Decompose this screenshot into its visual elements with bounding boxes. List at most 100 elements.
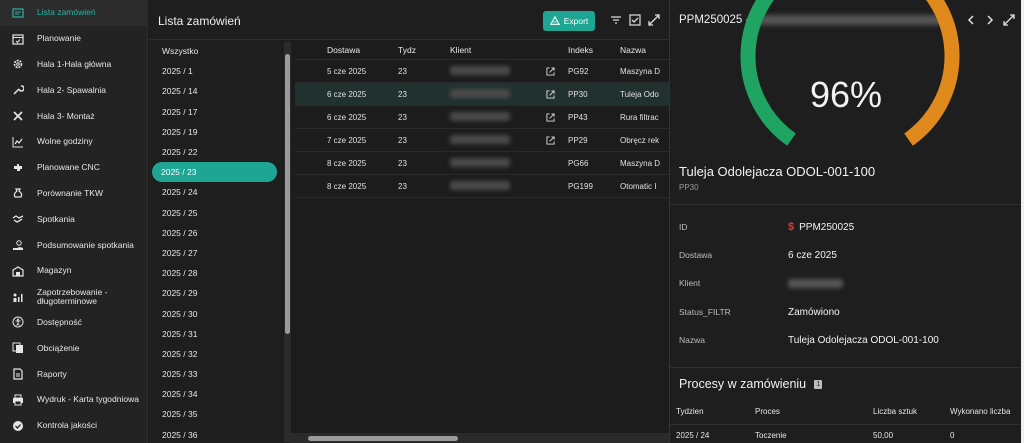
field-value: 6 cze 2025	[788, 249, 837, 261]
expand-icon[interactable]	[1003, 14, 1015, 26]
column-header-wykonano[interactable]: Wykonano liczba	[950, 407, 1021, 416]
cell-indeks: PG92	[568, 66, 589, 76]
cell-klient-redacted	[418, 180, 536, 192]
sidebar-item-planowanie[interactable]: Planowanie	[0, 26, 147, 52]
sidebar-item-porownanie-tkw[interactable]: Porównanie TKW	[0, 181, 147, 207]
table-row[interactable]: 5 cze 2025 23 PG92 Maszyna D	[295, 60, 669, 83]
week-item[interactable]: 2025 / 24	[149, 182, 281, 202]
table-row[interactable]: 8 cze 2025 23 PG199 Otomatic I	[295, 175, 669, 198]
week-item[interactable]: 2025 / 14	[149, 81, 281, 101]
sidebar-item-label: Dostępność	[37, 316, 82, 327]
sidebar-item-kontrola-jakosci[interactable]: Kontrola jakości	[0, 413, 147, 439]
week-item[interactable]: 2025 / 26	[149, 223, 281, 243]
week-item[interactable]: 2025 / 1	[149, 61, 281, 81]
week-item[interactable]: 2025 / 31	[149, 324, 281, 344]
column-header-liczba-sztuk[interactable]: Liczba sztuk	[873, 407, 950, 416]
sidebar-item-label: Podsumowanie spotkania	[37, 239, 134, 250]
handshake-icon	[11, 212, 25, 226]
sidebar-item-zapotrzebowanie[interactable]: Zapotrzebowanie - długoterminowe	[0, 284, 147, 310]
sidebar-item-planowane-cnc[interactable]: Planowane CNC	[0, 155, 147, 181]
table-row[interactable]: 7 cze 2025 23 PP29 Obręcz rek	[295, 129, 669, 152]
table-horizontal-scrollbar[interactable]	[290, 433, 669, 443]
week-item[interactable]: 2025 / 36	[149, 425, 281, 443]
sidebar-item-label: Hala 2- Spawalnia	[37, 84, 106, 95]
week-item[interactable]: 2025 / 17	[149, 102, 281, 122]
column-header-tydzien[interactable]: Tydzien	[670, 407, 755, 416]
column-header-nazwa[interactable]: Nazwa	[620, 45, 669, 55]
cell-indeks: PP30	[568, 89, 588, 99]
cell-klient-redacted	[418, 88, 536, 100]
sidebar: Lista zamówień Planowanie Hala 1-Hala gł…	[0, 0, 148, 443]
progress-percent: 96%	[809, 74, 883, 115]
table-row[interactable]: 6 cze 2025 23 PP43 Rura filtrac	[295, 106, 669, 129]
sidebar-item-wydruk[interactable]: Wydruk - Karta tygodniowa	[0, 387, 147, 413]
week-item[interactable]: 2025 / 33	[149, 364, 281, 384]
sidebar-item-raporty[interactable]: Raporty	[0, 361, 147, 387]
week-item[interactable]: 2025 / 28	[149, 263, 281, 283]
sidebar-item-label: Raporty	[37, 368, 67, 379]
sidebar-item-dostepnosc[interactable]: Dostępność	[0, 310, 147, 336]
scrollbar-thumb[interactable]	[285, 54, 290, 334]
sidebar-item-label: Planowanie	[37, 33, 81, 44]
field-value-text: PPM250025	[799, 221, 855, 233]
week-item[interactable]: 2025 / 25	[149, 203, 281, 223]
week-item[interactable]: 2025 / 27	[149, 243, 281, 263]
expand-icon[interactable]	[648, 14, 660, 26]
processes-table: Tydzien Proces Liczba sztuk Wykonano lic…	[670, 399, 1021, 443]
field-label: Status_FILTR	[679, 307, 731, 317]
week-list-scrollbar[interactable]	[284, 42, 291, 442]
sidebar-item-wolne-godziny[interactable]: Wolne godziny	[0, 129, 147, 155]
week-item-selected[interactable]: 2025 / 23	[152, 162, 277, 183]
check-circle-icon	[11, 419, 25, 433]
sidebar-item-label: Spotkania	[37, 213, 75, 224]
table-row[interactable]: 2025 / 24 Toczenie 50,00 0	[670, 425, 1021, 443]
open-link-icon[interactable]	[536, 89, 564, 99]
week-item[interactable]: 2025 / 32	[149, 344, 281, 364]
open-link-icon[interactable]	[536, 66, 564, 76]
table-row-selected[interactable]: 6 cze 2025 23 PP30 Tuleja Odo	[295, 83, 669, 106]
accessibility-icon	[11, 315, 25, 329]
week-item[interactable]: 2025 / 30	[149, 303, 281, 323]
week-list: Wszystko 2025 / 1 2025 / 14 2025 / 17 20…	[149, 40, 281, 443]
cell-wykonano: 0	[950, 430, 955, 440]
column-header-dostawa[interactable]: Dostawa	[295, 45, 370, 55]
column-header-proces[interactable]: Proces	[755, 407, 873, 416]
sidebar-item-magazyn[interactable]: Magazyn	[0, 258, 147, 284]
week-item[interactable]: 2025 / 34	[149, 384, 281, 404]
field-value: Tuleja Odolejacza ODOL-001-100	[788, 334, 939, 346]
sidebar-item-spotkania[interactable]: Spotkania	[0, 206, 147, 232]
sidebar-item-hala-3[interactable]: Hala 3- Montaż	[0, 103, 147, 129]
open-link-icon[interactable]	[536, 112, 564, 122]
sidebar-item-hala-2[interactable]: Hala 2- Spawalnia	[0, 77, 147, 103]
filter-icon[interactable]	[610, 14, 622, 26]
column-header-tydz[interactable]: Tydz	[370, 45, 418, 55]
export-button[interactable]: Export	[543, 11, 595, 31]
week-item[interactable]: 2025 / 29	[149, 283, 281, 303]
warehouse-icon	[11, 264, 25, 278]
week-item[interactable]: Wszystko	[149, 41, 281, 61]
open-link-icon[interactable]	[536, 135, 564, 145]
sidebar-item-hala-1[interactable]: Hala 1-Hala główna	[0, 52, 147, 78]
chevron-right-icon[interactable]	[984, 14, 996, 26]
cell-klient-redacted	[418, 111, 536, 123]
cell-nazwa: Maszyna D	[620, 66, 661, 76]
table-row[interactable]: 8 cze 2025 23 PG66 Maszyna D	[295, 152, 669, 175]
sidebar-item-label: Planowane CNC	[37, 162, 100, 173]
sidebar-item-podsumowanie[interactable]: Podsumowanie spotkania	[0, 232, 147, 258]
scrollbar-thumb[interactable]	[308, 436, 458, 441]
processes-table-header: Tydzien Proces Liczba sztuk Wykonano lic…	[670, 399, 1021, 425]
calendar-icon	[11, 32, 25, 46]
checkbox-icon[interactable]	[629, 14, 641, 26]
sidebar-item-lista-zamowien[interactable]: Lista zamówień	[0, 0, 147, 26]
gear-icon	[11, 57, 25, 71]
column-header-klient[interactable]: Klient	[418, 45, 536, 55]
field-value: Zamówiono	[788, 306, 840, 318]
week-item[interactable]: 2025 / 22	[149, 142, 281, 162]
sidebar-item-obciazenie[interactable]: Obciążenie	[0, 335, 147, 361]
field-label: Klient	[679, 278, 701, 288]
orders-table: Dostawa Tydz Klient Indeks Nazwa 5 cze 2…	[295, 40, 669, 443]
week-item[interactable]: 2025 / 35	[149, 404, 281, 424]
cell-tydz: 23	[398, 135, 407, 145]
week-item[interactable]: 2025 / 19	[149, 122, 281, 142]
column-header-indeks[interactable]: Indeks	[564, 45, 620, 55]
